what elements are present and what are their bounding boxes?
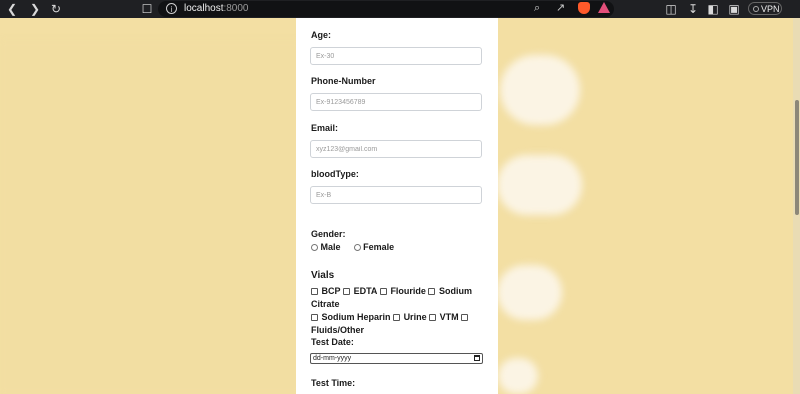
brave-rewards-icon[interactable] — [598, 2, 610, 13]
vials-title: Vials — [311, 270, 335, 281]
vial-edta-label: EDTA — [353, 286, 378, 296]
vpn-label: VPN — [761, 4, 780, 14]
vial-sodium-citrate-checkbox[interactable] — [428, 288, 436, 295]
vial-fluids-other-label: Fluids/Other — [311, 325, 365, 335]
background-left — [0, 40, 300, 394]
brave-shield-icon[interactable] — [578, 2, 590, 14]
vial-bcp-label: BCP — [321, 286, 341, 296]
vial-vtm-label: VTM — [439, 312, 459, 322]
vial-sodium-heparin-label: Sodium Heparin — [321, 312, 391, 322]
age-input[interactable] — [310, 47, 482, 65]
url-host: localhost — [184, 3, 224, 14]
gender-options: Male Female — [311, 242, 394, 253]
age-label: Age: — [311, 30, 331, 40]
share-icon[interactable]: ↗ — [556, 1, 565, 14]
scrollbar-thumb[interactable] — [795, 100, 799, 215]
vial-fluids-other-checkbox[interactable] — [461, 314, 469, 321]
background-pill — [500, 55, 580, 125]
forward-icon[interactable]: ❯ — [28, 2, 42, 16]
vial-edta-checkbox[interactable] — [343, 288, 351, 295]
test-date-input[interactable]: dd-mm-yyyy — [310, 353, 483, 364]
gender-male-label: Male — [320, 242, 341, 252]
zoom-icon[interactable]: ⌕ — [534, 2, 540, 15]
vpn-button[interactable]: VPN — [748, 2, 782, 15]
back-icon[interactable]: ❮ — [5, 2, 19, 16]
browser-toolbar: ❮ ❯ ↻ ☐ i localhost:8000 ⌕ ↗ ◫ ↧ ◧ ▣ VPN — [0, 0, 800, 18]
gender-female-radio[interactable] — [353, 244, 361, 251]
url-text: localhost:8000 — [184, 3, 249, 15]
calendar-icon[interactable] — [474, 355, 480, 361]
email-input[interactable] — [310, 140, 482, 158]
vial-sodium-heparin-checkbox[interactable] — [311, 314, 318, 321]
site-info-icon[interactable]: i — [166, 3, 177, 14]
background-pill — [497, 155, 582, 215]
address-bar[interactable]: i localhost:8000 ⌕ ↗ — [158, 1, 614, 17]
test-date-label: Test Date: — [311, 337, 354, 347]
blood-type-input[interactable] — [310, 186, 482, 204]
blood-type-label: bloodType: — [311, 169, 359, 179]
gender-female-label: Female — [363, 242, 395, 252]
test-time-label: Test Time: — [311, 378, 356, 388]
gender-male-radio[interactable] — [311, 244, 318, 251]
vial-flouride-label: Flouride — [390, 286, 426, 296]
bookmark-icon[interactable]: ☐ — [140, 2, 154, 16]
email-label: Email: — [311, 123, 339, 133]
vial-bcp-checkbox[interactable] — [311, 288, 318, 295]
vpn-icon — [753, 6, 759, 12]
background-pill — [497, 265, 562, 320]
extensions-icon[interactable]: ◫ — [664, 2, 678, 16]
vial-flouride-checkbox[interactable] — [379, 288, 387, 295]
wallet-icon[interactable]: ▣ — [727, 2, 741, 16]
reload-icon[interactable]: ↻ — [49, 2, 63, 16]
test-date-value: dd-mm-yyyy — [313, 355, 352, 362]
vial-vtm-checkbox[interactable] — [429, 314, 437, 321]
url-port: :8000 — [223, 3, 249, 14]
vials-options: BCP EDTA Flouride Sodium Citrate Sodium … — [311, 285, 491, 337]
background-pill — [498, 358, 538, 394]
sidebar-icon[interactable]: ◧ — [706, 2, 720, 16]
gender-label: Gender: — [311, 229, 346, 239]
phone-label: Phone-Number — [311, 76, 376, 86]
vial-urine-label: Urine — [403, 312, 427, 322]
downloads-icon[interactable]: ↧ — [686, 2, 700, 16]
vial-urine-checkbox[interactable] — [393, 314, 401, 321]
phone-input[interactable] — [310, 93, 482, 111]
